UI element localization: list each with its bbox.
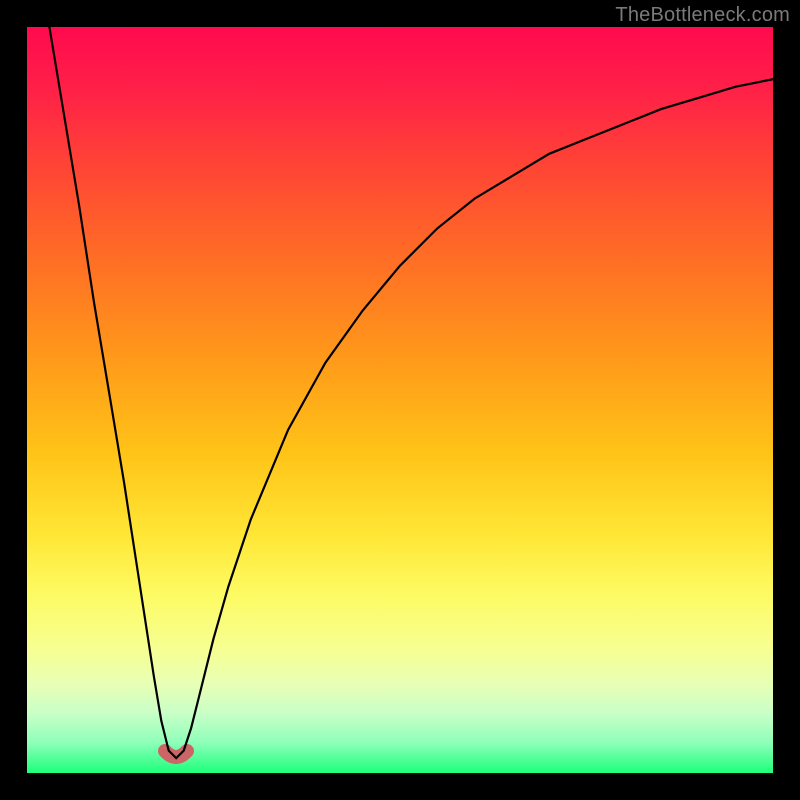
watermark-text: TheBottleneck.com bbox=[615, 4, 790, 27]
bottleneck-curve bbox=[49, 27, 773, 758]
curve-svg bbox=[27, 27, 773, 773]
plot-area bbox=[27, 27, 773, 773]
chart-frame: TheBottleneck.com bbox=[0, 0, 800, 800]
